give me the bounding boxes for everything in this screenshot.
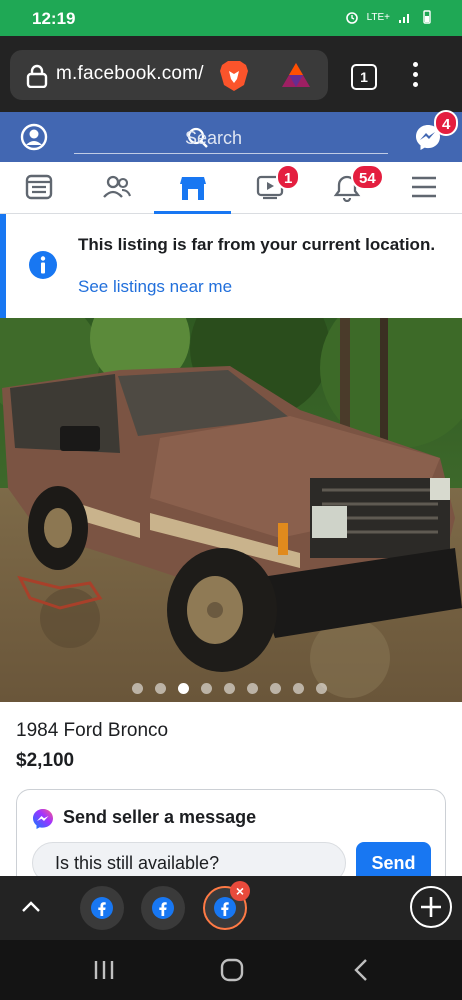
facebook-icon [91, 897, 113, 919]
tab-facebook-2[interactable] [141, 886, 185, 930]
battery-icon [423, 10, 431, 24]
new-tab-button[interactable] [410, 886, 452, 928]
alarm-icon [345, 12, 358, 24]
android-navigation-bar [0, 940, 462, 1000]
listing-title: 1984 Ford Bronco [16, 720, 169, 741]
notifications-badge: 54 [351, 164, 384, 190]
messenger-icon [33, 809, 53, 829]
tab-count-button[interactable]: 1 [351, 64, 377, 90]
status-time: 12:19 [32, 9, 76, 28]
profile-avatar-icon[interactable] [20, 123, 48, 151]
news-feed-icon [25, 174, 53, 200]
browser-tab-bar: × [0, 876, 462, 940]
notice-title: This listing is far from your current lo… [78, 235, 436, 254]
browser-toolbar: m.facebook.com/ 1 [0, 36, 462, 112]
location-notice: This listing is far from your current lo… [0, 214, 462, 318]
facebook-icon [214, 897, 236, 919]
photo-dot[interactable] [155, 683, 166, 694]
tab-menu[interactable] [385, 162, 462, 214]
hamburger-menu-icon [412, 176, 436, 198]
address-bar[interactable]: m.facebook.com/ [10, 50, 328, 100]
network-label: LTE+ [366, 11, 390, 23]
chevron-up-icon[interactable] [20, 896, 42, 918]
tab-news-feed[interactable] [0, 162, 77, 214]
plus-icon [421, 897, 441, 917]
photo-dot[interactable] [316, 683, 327, 694]
tab-marketplace[interactable] [154, 162, 231, 214]
status-icons: LTE+ [345, 10, 434, 24]
recent-apps-icon[interactable] [92, 958, 116, 982]
facebook-header: Search 4 [0, 110, 462, 162]
photo-dot[interactable] [247, 683, 258, 694]
photo-dot[interactable] [224, 683, 235, 694]
photo-dot[interactable] [132, 683, 143, 694]
search-placeholder[interactable]: Search [185, 128, 242, 149]
ford-bronco-photo [0, 318, 462, 702]
listing-price: $2,100 [16, 750, 75, 771]
see-listings-near-me-link[interactable]: See listings near me [78, 277, 232, 297]
marketplace-icon [180, 177, 206, 200]
message-heading: Send seller a message [63, 807, 257, 827]
facebook-nav: 1 54 [0, 162, 462, 214]
more-vertical-icon[interactable] [410, 62, 420, 92]
home-icon[interactable] [220, 958, 244, 982]
watch-badge: 1 [276, 164, 301, 190]
tab-notifications[interactable]: 54 [308, 162, 385, 214]
signal-icon [399, 14, 409, 23]
listing-photo[interactable] [0, 318, 462, 702]
brave-lion-icon[interactable] [218, 59, 250, 93]
tab-friends[interactable] [77, 162, 154, 214]
tab-facebook-1[interactable] [80, 886, 124, 930]
url-text[interactable]: m.facebook.com/ [56, 63, 204, 85]
lock-icon [26, 64, 48, 88]
bat-rewards-icon[interactable] [280, 61, 312, 89]
photo-dot[interactable] [201, 683, 212, 694]
close-tab-icon[interactable]: × [230, 881, 250, 901]
photo-dot[interactable] [270, 683, 281, 694]
info-icon [29, 251, 57, 279]
friends-icon [103, 175, 131, 198]
facebook-icon [152, 897, 174, 919]
photo-dot[interactable] [293, 683, 304, 694]
search-bar[interactable]: Search [74, 120, 388, 154]
back-icon[interactable] [350, 958, 374, 982]
photo-dot[interactable] [178, 683, 189, 694]
status-bar: 12:19 LTE+ [0, 0, 462, 36]
tab-watch[interactable]: 1 [231, 162, 308, 214]
photo-pagination-dots[interactable] [132, 683, 327, 694]
messenger-badge: 4 [434, 110, 459, 136]
